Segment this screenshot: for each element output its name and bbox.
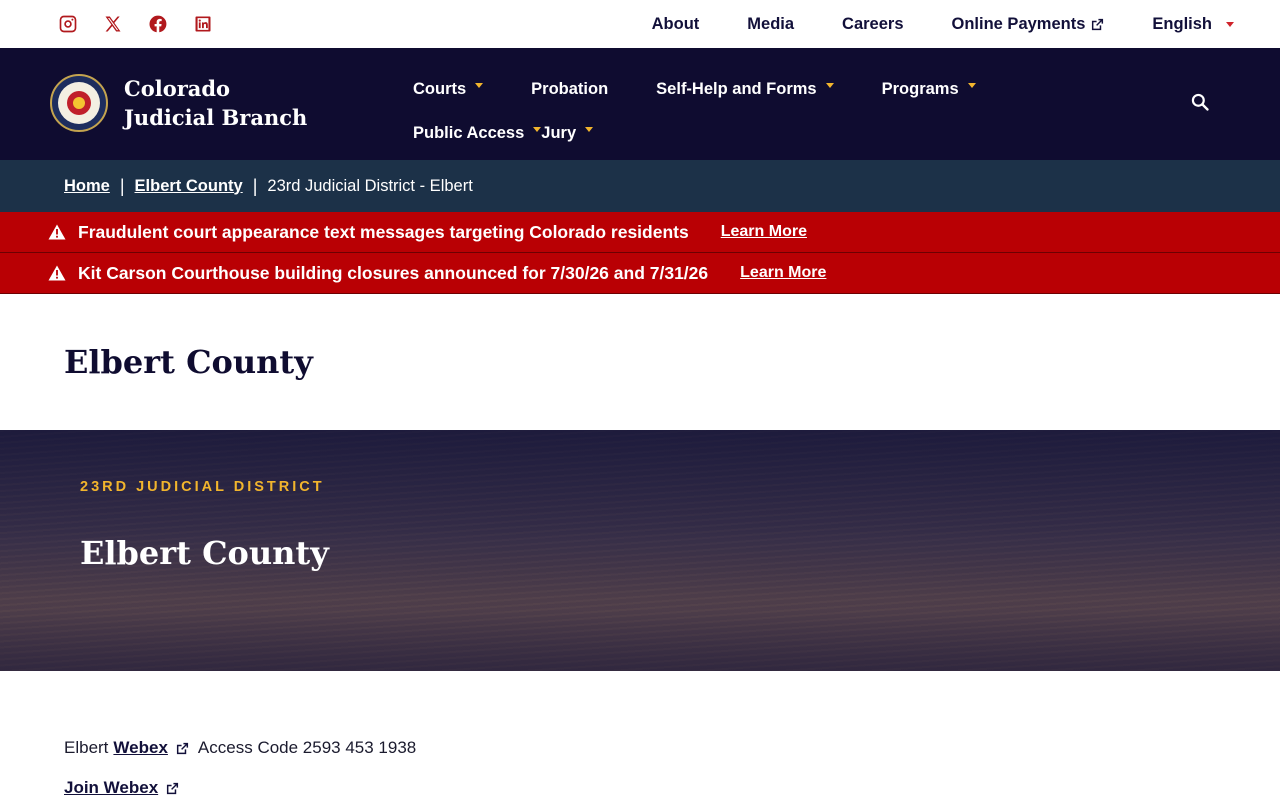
main-content: Elbert Webex Access Code 2593 453 1938 J… (0, 671, 1280, 800)
chevron-down-icon (967, 82, 976, 88)
x-icon[interactable] (103, 14, 123, 34)
alert-message: Kit Carson Courthouse building closures … (78, 262, 709, 283)
chevron-down-icon (1226, 21, 1234, 27)
linkedin-icon[interactable] (193, 14, 213, 34)
chevron-down-icon (825, 82, 834, 88)
chevron-down-icon (475, 82, 484, 88)
social-links (58, 14, 213, 34)
join-webex-line: Join Webex (64, 775, 1280, 800)
webex-access-line: Elbert Webex Access Code 2593 453 1938 (64, 735, 1280, 761)
chevron-down-icon (533, 126, 542, 132)
language-select[interactable]: English (1152, 15, 1234, 34)
breadcrumb-separator: | (252, 175, 258, 196)
brand-name: Colorado Judicial Branch (124, 76, 308, 130)
hero-title: Elbert County (80, 534, 329, 572)
language-label: English (1152, 14, 1212, 33)
alert-learn-more-link[interactable]: Learn More (740, 264, 826, 282)
online-payments-link[interactable]: Online Payments (952, 15, 1105, 34)
breadcrumb-county[interactable]: Elbert County (135, 177, 243, 196)
about-link[interactable]: About (652, 15, 700, 34)
external-link-icon (167, 782, 179, 794)
page-title-section: Elbert County (0, 294, 1280, 430)
facebook-icon[interactable] (148, 14, 168, 34)
warning-icon (48, 265, 66, 281)
nav-jury[interactable]: Jury (541, 115, 594, 151)
external-link-icon (176, 742, 188, 754)
chevron-down-icon (585, 126, 594, 132)
online-payments-label: Online Payments (951, 14, 1086, 33)
nav-self-help-label: Self-Help and Forms (656, 79, 817, 98)
main-nav: Courts Probation Self-Help and Forms Pro… (413, 48, 1133, 151)
brand[interactable]: Colorado Judicial Branch (50, 48, 413, 132)
alert-learn-more-link[interactable]: Learn More (721, 223, 807, 241)
nav-public-access-label: Public Access (413, 123, 525, 142)
nav-probation-label: Probation (531, 79, 609, 98)
hero-banner: 23RD JUDICIAL DISTRICT Elbert County (0, 430, 1280, 671)
alert-banner: Kit Carson Courthouse building closures … (0, 253, 1280, 294)
nav-jury-label: Jury (541, 123, 577, 142)
media-link[interactable]: Media (747, 15, 794, 34)
instagram-icon[interactable] (58, 14, 78, 34)
external-link-icon (1092, 18, 1104, 30)
nav-public-access[interactable]: Public Access (413, 115, 542, 151)
alert-banner: Fraudulent court appearance text message… (0, 212, 1280, 253)
join-webex-link[interactable]: Join Webex (64, 778, 158, 798)
nav-courts-label: Courts (413, 79, 467, 98)
nav-self-help-forms[interactable]: Self-Help and Forms (656, 71, 834, 107)
careers-link[interactable]: Careers (842, 15, 903, 34)
utility-links: About Media Careers Online Payments Engl… (652, 15, 1234, 34)
breadcrumb-home[interactable]: Home (64, 177, 110, 196)
page-title: Elbert County (64, 343, 313, 381)
webex-prefix: Elbert (64, 738, 109, 757)
nav-probation[interactable]: Probation (531, 71, 608, 107)
nav-programs[interactable]: Programs (882, 71, 976, 107)
breadcrumb-separator: | (119, 175, 125, 196)
webex-link[interactable]: Webex (113, 738, 168, 758)
nav-courts[interactable]: Courts (413, 71, 484, 107)
breadcrumb-current: 23rd Judicial District - Elbert (267, 176, 473, 195)
webex-access-code: Access Code 2593 453 1938 (197, 738, 417, 757)
search-icon (1191, 93, 1209, 111)
breadcrumb: Home | Elbert County | 23rd Judicial Dis… (0, 160, 1280, 212)
hero-eyebrow: 23RD JUDICIAL DISTRICT (80, 479, 325, 495)
main-header: Colorado Judicial Branch Courts Probatio… (0, 48, 1280, 160)
utility-bar: About Media Careers Online Payments Engl… (0, 0, 1280, 48)
nav-programs-label: Programs (881, 79, 959, 98)
search-button[interactable] (1188, 90, 1212, 114)
alert-message: Fraudulent court appearance text message… (78, 221, 689, 242)
colorado-courts-seal-logo (50, 74, 108, 132)
warning-icon (48, 224, 66, 240)
